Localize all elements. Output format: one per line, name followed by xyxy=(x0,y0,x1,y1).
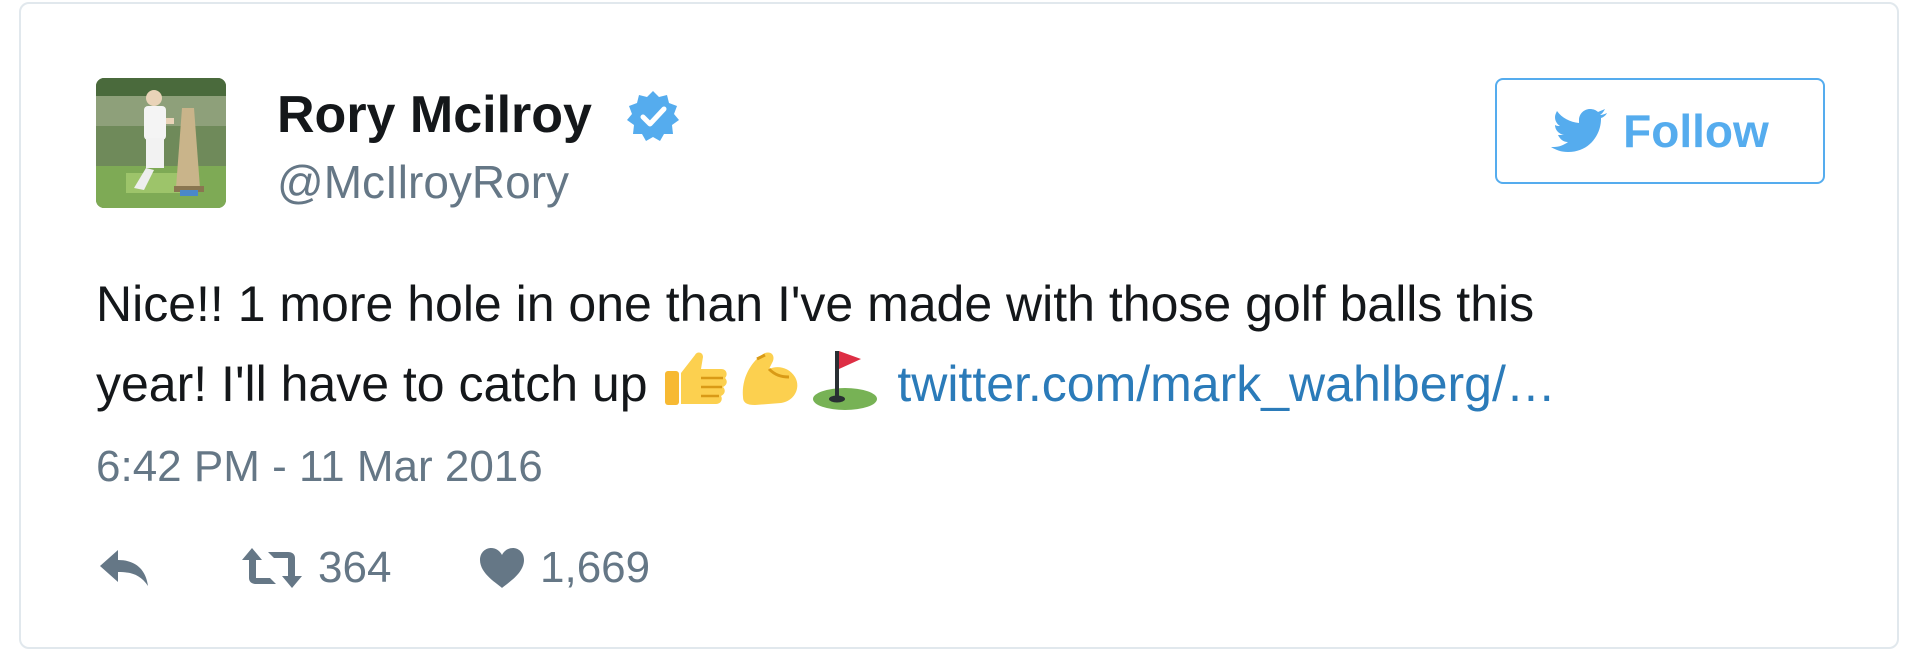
flag-in-hole-emoji-icon xyxy=(813,351,878,410)
tweet-timestamp[interactable]: 6:42 PM - 11 Mar 2016 xyxy=(96,440,543,494)
thumbs-up-emoji-icon xyxy=(665,352,728,405)
verified-badge-icon xyxy=(627,91,679,141)
like-count: 1,669 xyxy=(540,543,651,592)
avatar[interactable] xyxy=(96,78,226,208)
follow-label: Follow xyxy=(1623,105,1769,157)
tweet-text: Nice!! 1 more hole in one than I've made… xyxy=(96,264,1816,424)
like-button[interactable]: 1,669 xyxy=(478,541,650,595)
follow-button[interactable]: Follow xyxy=(1495,78,1825,184)
author-name[interactable]: Rory Mcilroy xyxy=(277,84,592,146)
avatar-image xyxy=(96,78,226,208)
tweet-actions: 364 1,669 xyxy=(96,536,650,600)
heart-icon xyxy=(480,548,524,588)
retweet-button[interactable]: 364 xyxy=(240,541,478,595)
flexed-biceps-emoji-icon xyxy=(743,352,798,405)
tweet-text-line2: year! I'll have to catch up xyxy=(96,356,662,412)
retweet-icon xyxy=(242,548,302,588)
reply-button[interactable] xyxy=(96,546,172,590)
reply-icon xyxy=(100,550,148,586)
twitter-bird-icon xyxy=(1551,109,1608,152)
tweet-card: Rory Mcilroy @McIlroyRory Follow Nice!! … xyxy=(19,2,1899,649)
tweet-link[interactable]: twitter.com/mark_wahlberg/… xyxy=(897,356,1556,412)
retweet-count: 364 xyxy=(318,543,392,592)
tweet-text-line1: Nice!! 1 more hole in one than I've made… xyxy=(96,276,1535,332)
author-handle[interactable]: @McIlroyRory xyxy=(277,154,569,210)
